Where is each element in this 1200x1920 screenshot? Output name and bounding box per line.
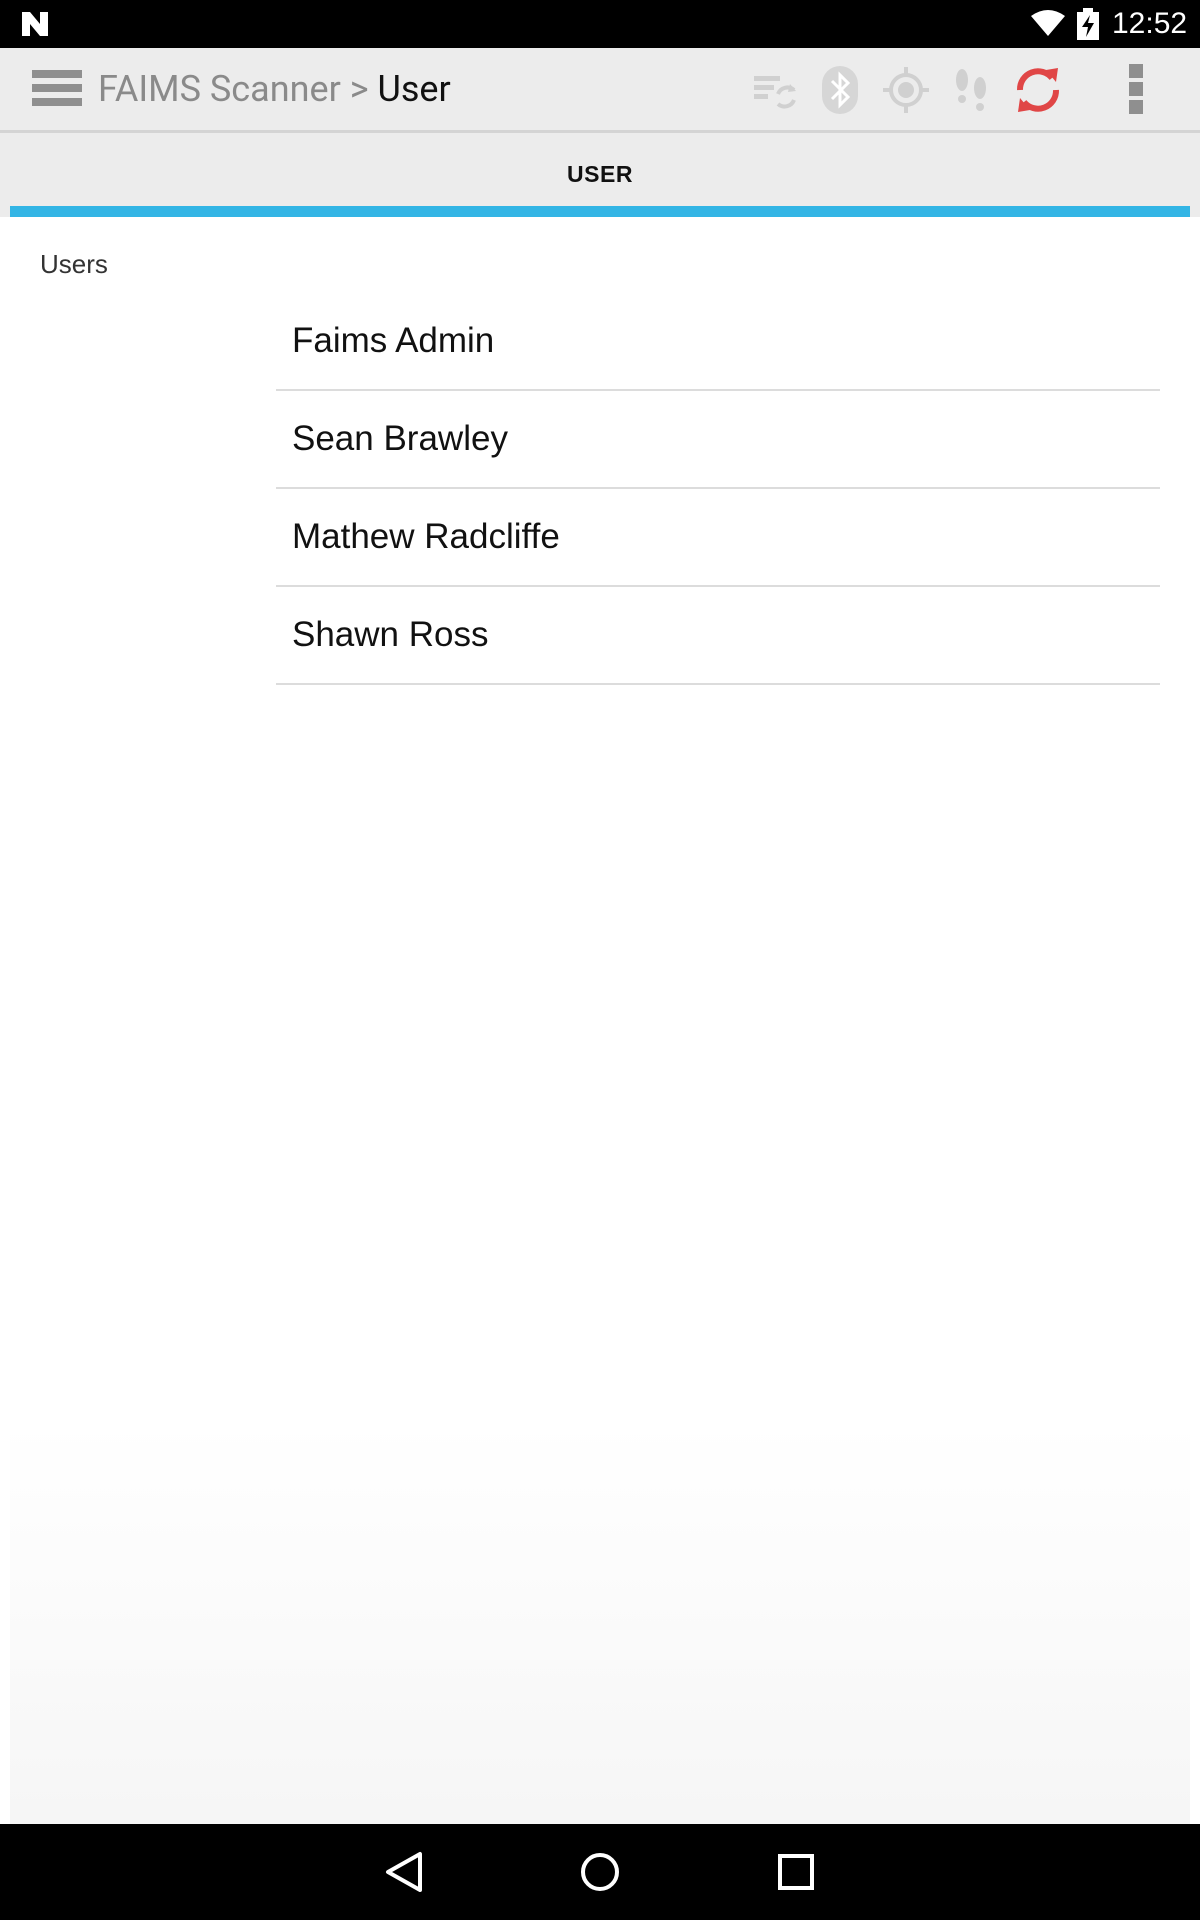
breadcrumb: FAIMS Scanner > User — [98, 68, 451, 110]
tab-label: USER — [567, 161, 633, 187]
user-name: Faims Admin — [292, 321, 495, 360]
breadcrumb-separator: > — [349, 68, 369, 110]
list-item-user[interactable]: Mathew Radcliffe — [276, 489, 1160, 587]
n-logo-icon — [22, 12, 48, 36]
user-name: Sean Brawley — [292, 419, 508, 458]
action-bar: FAIMS Scanner > User — [0, 48, 1200, 133]
sync-icon[interactable] — [1012, 64, 1064, 116]
sync-status-icon[interactable] — [748, 64, 800, 116]
tab-selected-indicator — [10, 206, 1190, 217]
screen: 12:52 FAIMS Scanner > User USER Users Fa… — [0, 0, 1200, 1920]
recents-icon[interactable] — [772, 1848, 820, 1896]
back-icon[interactable] — [380, 1848, 428, 1896]
tab-strip: USER — [0, 133, 1200, 217]
tracking-icon[interactable] — [946, 64, 998, 116]
wifi-icon — [1031, 10, 1065, 36]
navigation-bar — [0, 1824, 1200, 1920]
user-list: Faims Admin Sean Brawley Mathew Radcliff… — [276, 293, 1160, 685]
user-name: Mathew Radcliffe — [292, 517, 560, 556]
clock: 12:52 — [1112, 7, 1188, 40]
list-item-user[interactable]: Sean Brawley — [276, 391, 1160, 489]
overflow-menu-icon[interactable] — [1126, 64, 1146, 116]
tab-content: Users Faims Admin Sean Brawley Mathew Ra… — [10, 217, 1190, 1824]
home-icon[interactable] — [576, 1848, 624, 1896]
section-label: Users — [40, 249, 108, 279]
bluetooth-icon[interactable] — [814, 64, 866, 116]
gps-icon[interactable] — [880, 64, 932, 116]
status-bar: 12:52 — [0, 0, 1200, 48]
app-name[interactable]: FAIMS Scanner — [98, 68, 341, 110]
tab-user[interactable]: USER — [10, 133, 1190, 217]
list-item-user[interactable]: Shawn Ross — [276, 587, 1160, 685]
battery-charging-icon — [1077, 8, 1099, 40]
list-item-user[interactable]: Faims Admin — [276, 293, 1160, 391]
menu-icon[interactable] — [32, 70, 82, 110]
page-title: User — [377, 68, 451, 110]
user-name: Shawn Ross — [292, 615, 489, 654]
